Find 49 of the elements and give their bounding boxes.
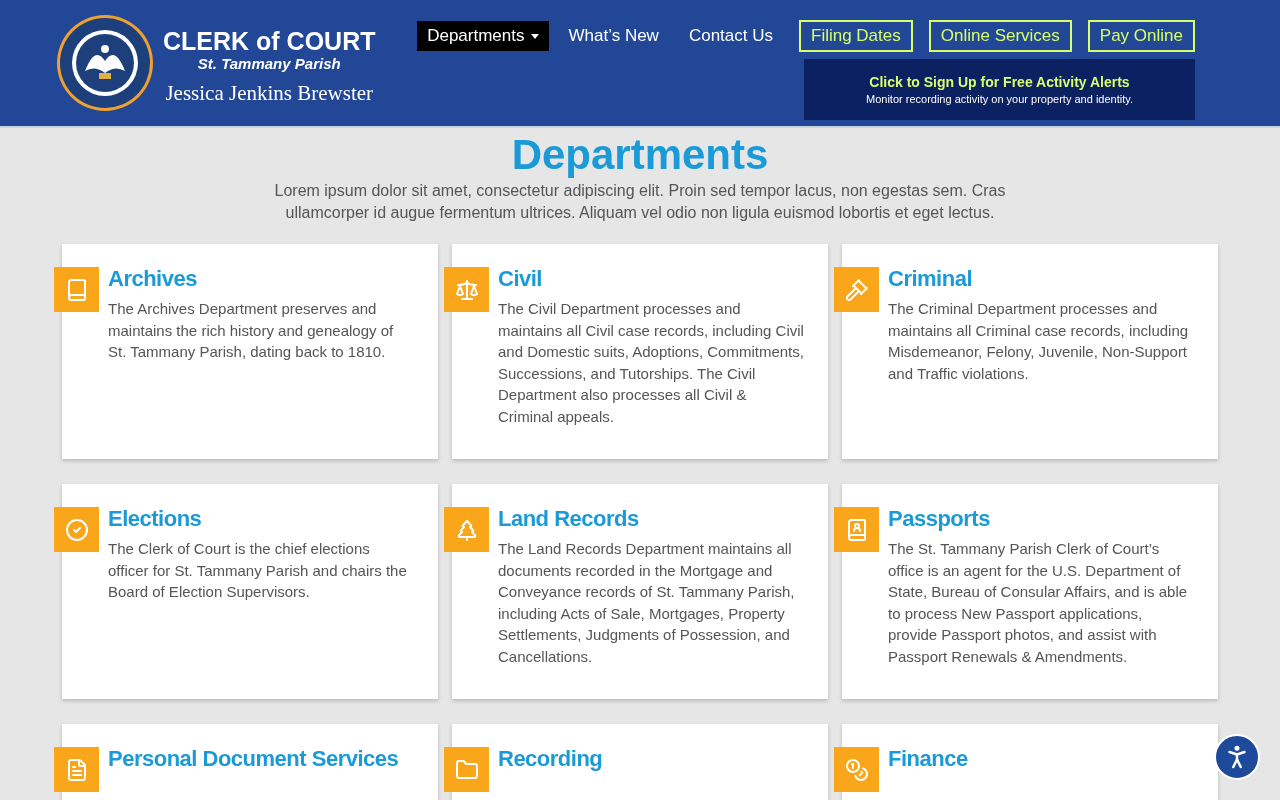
department-title[interactable]: Finance [888,744,968,774]
department-card[interactable]: Personal Document Services [62,724,438,800]
department-card[interactable] [452,484,828,699]
nav-link[interactable]: Departments [417,21,549,51]
accessibility-button[interactable] [1214,734,1260,780]
department-card[interactable]: Recording [452,724,828,800]
banner-title: Click to Sign Up for Free Activity Alerts [869,74,1130,90]
department-card[interactable]: Elections The Clerk of Court is the chief elections officer for St. Tammany Parish and chairs the Board of Election Supervisors. [62,484,438,699]
tree-icon [444,507,489,552]
department-card[interactable]: Finance [842,724,1218,800]
department-card[interactable] [842,484,1218,699]
department-card[interactable]: Archives The Archives Department preserves and maintains the rich history and genealogy of St. Tammany Parish, dating back to 1810. [62,244,438,459]
department-title[interactable]: Archives [108,264,197,294]
department-description: The Archives Department preserves and maintains the rich history and genealogy of St. Tammany Parish, dating back to 1810. [108,299,395,362]
passport-icon [834,507,879,552]
coins-icon [834,747,879,792]
nav-button[interactable]: Online Services [928,20,1072,52]
department-description: The Civil Department processes and maintains all Civil case records, including Civil and Domestic suits, Adoptions, Commitments, Successions, and Tutorships. The Civil Department also processes all Civil & Criminal appeals. [498,299,804,427]
nav-link[interactable]: Contact Us [678,21,783,51]
department-card[interactable] [452,244,828,459]
folder-icon [444,747,489,792]
intro-text: Lorem ipsum dolor sit amet, consectetur adipiscing elit. Proin sed tempor lacus, non egestas sem. Cras ullamcorper id augue fermentum ultrices. Aliquam vel odio non ligula euismod lobortis et eget lectus. [273,181,1007,223]
department-description: The Criminal Department processes and maintains all Criminal case records, including Misdemeanor, Felony, Juvenile, Non-Support and Traffic violations. [888,299,1190,384]
book-icon [54,267,99,312]
page-title: Departments [511,132,769,178]
alert-signup-banner[interactable]: Click to Sign Up for Free Activity Alerts Monitor recording activity on your property and identity. [804,59,1195,120]
document-icon [54,747,99,792]
department-title[interactable]: Criminal [888,264,973,294]
department-title[interactable]: Recording [498,744,603,774]
nav-button[interactable]: Pay Online [1087,20,1195,52]
gavel-icon [834,267,879,312]
scales-icon [444,267,489,312]
logo-subtitle: St. Tammany Parish [197,54,341,73]
department-title[interactable]: Land Records [498,504,639,534]
caret-icon [530,33,539,39]
department-description: The Clerk of Court is the chief elections officer for St. Tammany Parish and chairs the Board of Election Supervisors. [108,539,408,602]
department-title[interactable]: Passports [888,504,990,534]
department-title[interactable]: Elections [108,504,202,534]
logo-signature: Jessica Jenkins Brewster [165,80,374,106]
nav-button[interactable]: Filing Dates [799,20,913,52]
seal-logo-icon [55,13,155,113]
department-description: The Land Records Department maintains all documents recorded in the Mortgage and Conveyance records of St. Tammany Parish, including Acts of Sale, Mortgages, Property Settlements, Judgments of Possession, and Cancellations. [498,539,796,667]
logo-title: CLERK of COURT [163,26,376,55]
nav-link[interactable]: What’s New [558,21,669,51]
department-title[interactable]: Personal Document Services [108,744,399,774]
banner-text: Monitor recording activity on your property and identity. [866,93,1133,105]
department-title[interactable]: Civil [498,264,542,294]
department-card[interactable]: Criminal The Criminal Department processes and maintains all Criminal case records, including Misdemeanor, Felony, Juvenile, Non-Support and Traffic violations. [842,244,1218,459]
department-description: The St. Tammany Parish Clerk of Court’s office is an agent for the U.S. Department of State, Bureau of Consular Affairs, and is able to process New Passport applications, provide Passport photos, and assist with Passport Renewals & Amendments. [888,539,1189,667]
